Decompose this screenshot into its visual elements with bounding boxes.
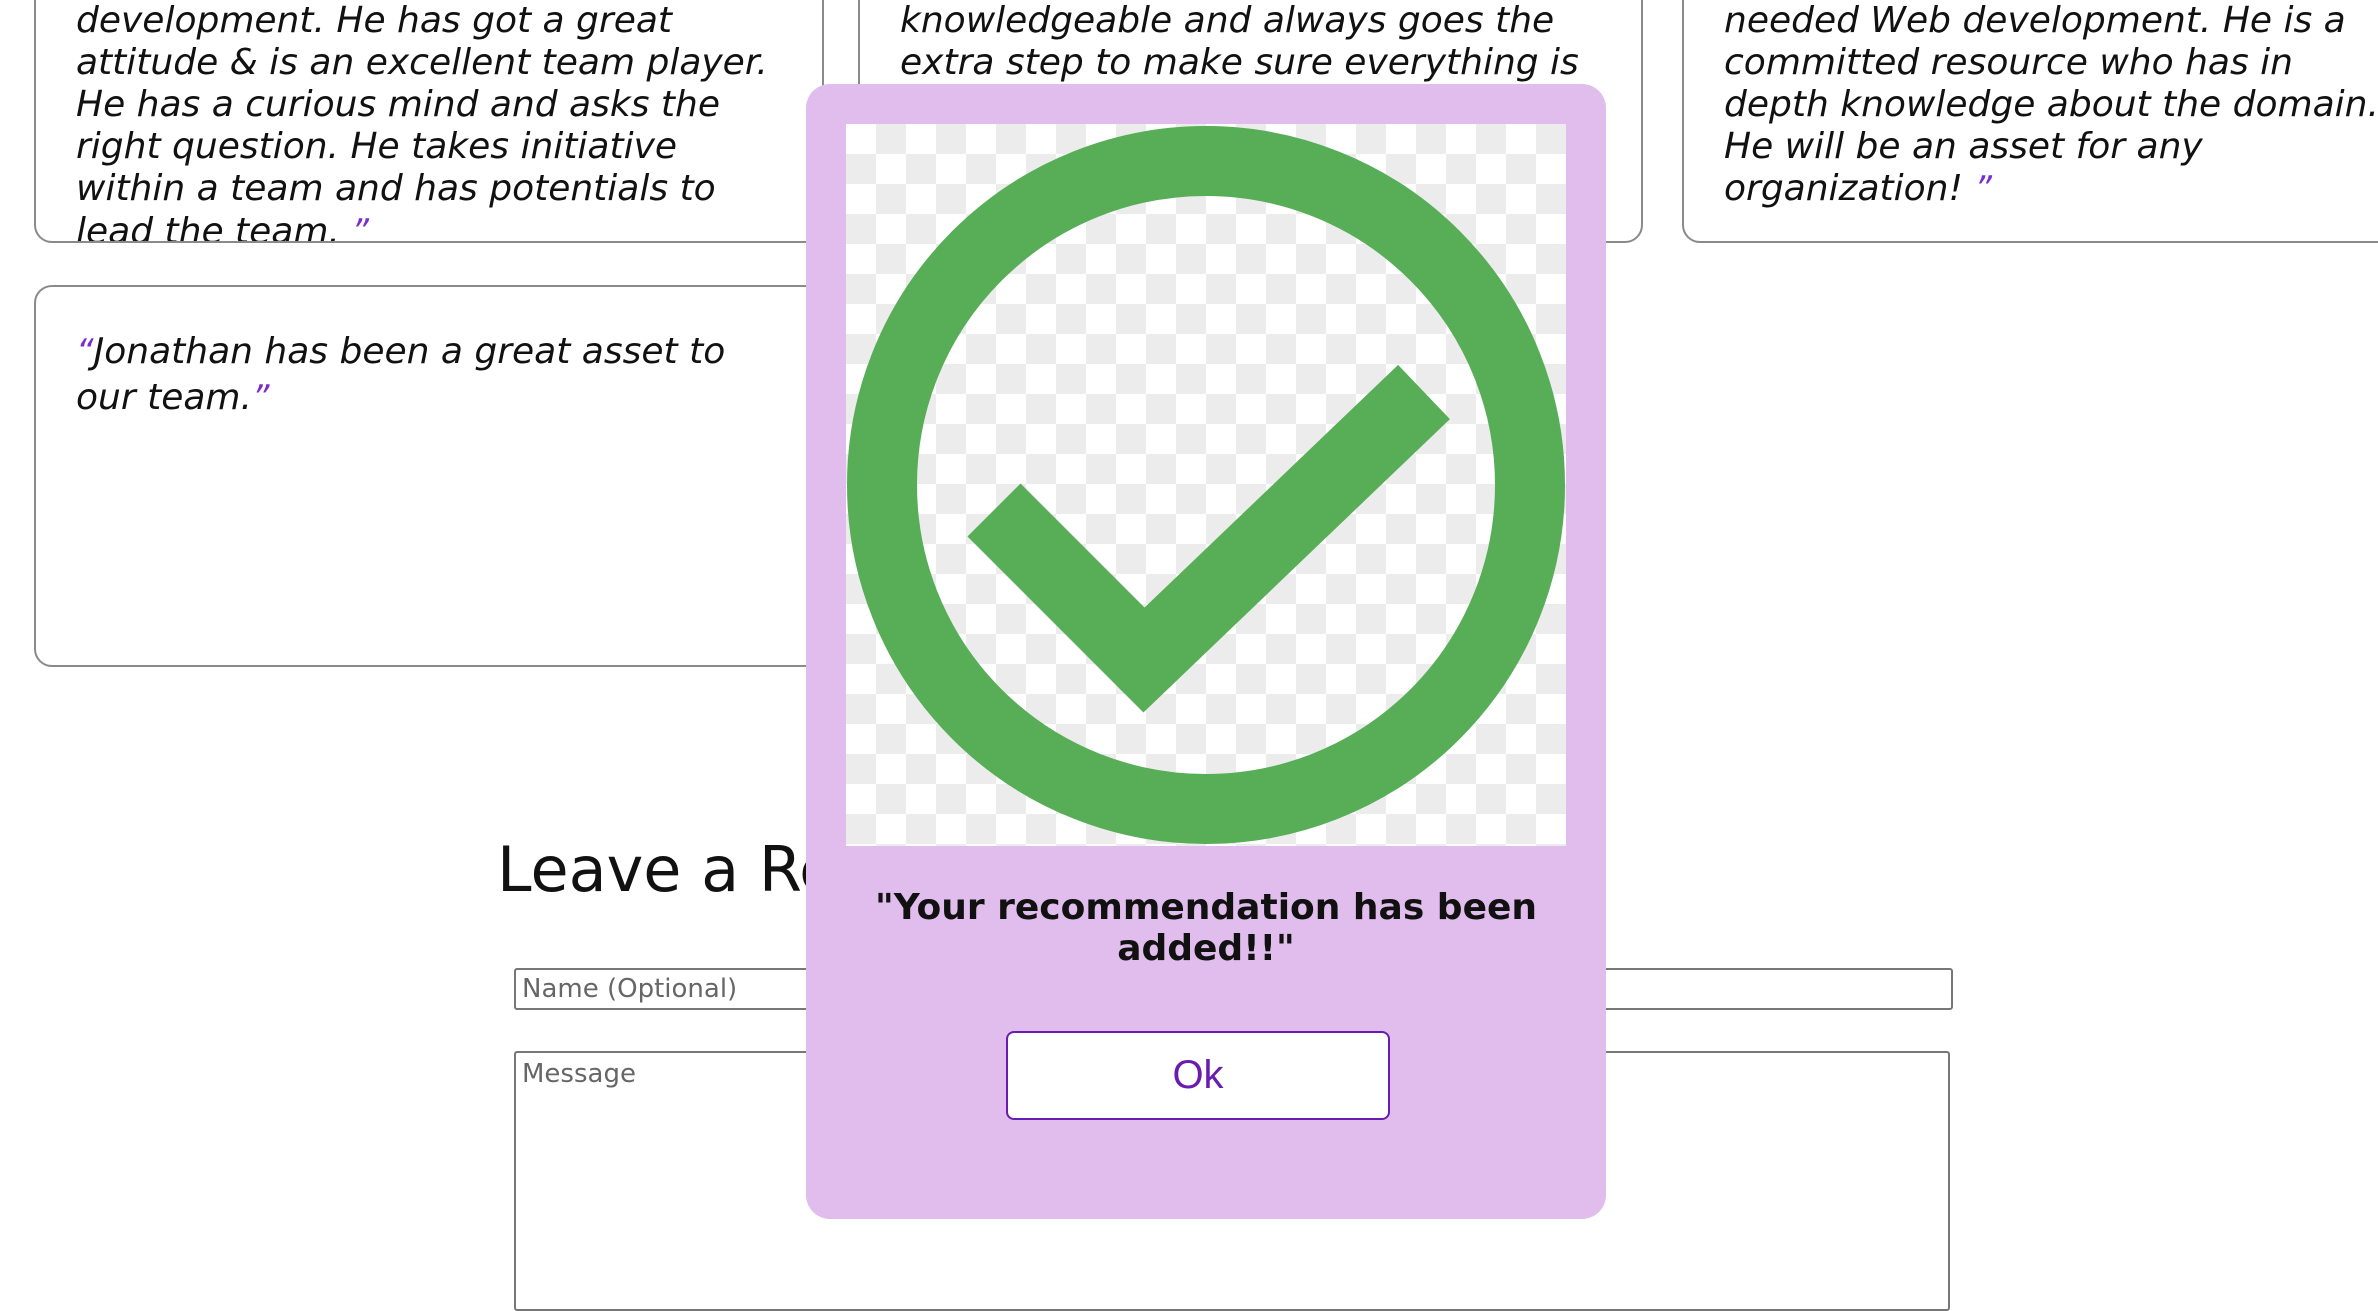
- success-image: [846, 124, 1566, 846]
- open-quote: “: [76, 332, 94, 372]
- check-mark: [967, 364, 1450, 713]
- close-quote: ”: [1974, 169, 1992, 210]
- recommendation-body: Jonathan has been a great asset to our t…: [76, 331, 726, 419]
- recommendation-card: needed Web development. He is a committe…: [1682, 0, 2378, 243]
- success-message: "Your recommendation has been added!!": [874, 887, 1538, 969]
- recommendation-body: needed Web development. He is a committe…: [1724, 0, 2378, 210]
- close-quote: ”: [251, 378, 270, 419]
- check-circle-icon: [847, 126, 1565, 844]
- recommendation-body: development. He has got a great attitude…: [76, 0, 768, 243]
- close-quote: ”: [351, 211, 369, 243]
- check-circle-ring: [847, 126, 1565, 844]
- recommendation-card: development. He has got a great attitude…: [34, 0, 824, 243]
- recommendation-text: “Jonathan has been a great asset to our …: [76, 287, 782, 421]
- recommendation-text: needed Web development. He is a committe…: [1724, 0, 2378, 211]
- recommendation-text: development. He has got a great attitude…: [76, 0, 782, 243]
- ok-button[interactable]: Ok: [1006, 1031, 1390, 1120]
- recommendation-card: “Jonathan has been a great asset to our …: [34, 285, 824, 667]
- success-modal: "Your recommendation has been added!!" O…: [806, 84, 1606, 1219]
